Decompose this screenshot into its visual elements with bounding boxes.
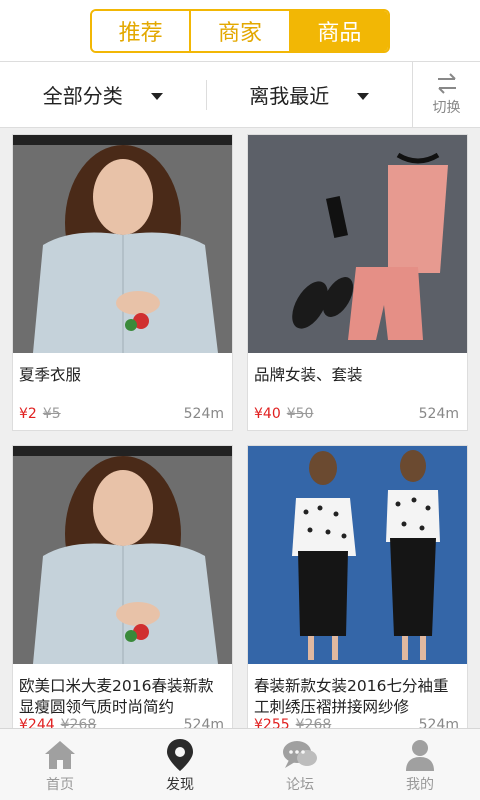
product-price: ¥40 (254, 406, 281, 422)
nav-discover-label: 发现 (166, 776, 194, 793)
bottom-nav: 首页 发现 论坛 我的 (0, 728, 480, 800)
product-original-price: ¥268 (295, 717, 332, 728)
user-icon (406, 739, 434, 771)
product-distance: 524m (418, 406, 459, 422)
nav-forum[interactable]: 论坛 (240, 729, 360, 800)
filter-bar: 全部分类 离我最近 切换 (0, 62, 480, 128)
product-distance: 524m (418, 717, 459, 728)
location-pin-icon (167, 738, 193, 771)
product-title: 品牌女装、套装 (254, 366, 363, 384)
tab-products[interactable]: 商品 (290, 10, 388, 51)
chat-bubbles-icon (283, 740, 317, 768)
product-price: ¥2 (19, 406, 37, 422)
product-card[interactable]: 品牌女装、套装 ¥40 ¥50 524m (247, 134, 468, 431)
product-image (248, 135, 467, 353)
nav-forum-label: 论坛 (286, 776, 314, 793)
product-row: 欧美口米大麦2016春装新款显瘦圆领气质时尚简约 ¥244 ¥268 524m (12, 445, 468, 728)
swap-arrows-icon (437, 72, 456, 94)
tab-merchants[interactable]: 商家 (191, 10, 291, 51)
product-title: 夏季衣服 (19, 366, 82, 384)
product-original-price: ¥5 (42, 406, 61, 422)
product-price: ¥255 (254, 717, 290, 728)
nav-mine-label: 我的 (406, 776, 434, 793)
nav-home-label: 首页 (46, 776, 74, 793)
product-footer: ¥255 ¥268 524m (254, 717, 459, 728)
category-label: 全部分类 (42, 84, 123, 108)
product-card[interactable]: 欧美口米大麦2016春装新款显瘦圆领气质时尚简约 ¥244 ¥268 524m (12, 445, 233, 728)
switch-view-button[interactable]: 切换 (412, 62, 480, 127)
top-bar: 推荐 商家 商品 (0, 0, 480, 62)
product-card[interactable]: 夏季衣服 ¥2 ¥5 524m (12, 134, 233, 431)
segmented-tabs: 推荐 商家 商品 (90, 8, 390, 53)
home-icon (45, 740, 75, 769)
caret-down-icon (357, 93, 370, 100)
nav-mine[interactable]: 我的 (360, 729, 480, 800)
product-footer: ¥40 ¥50 524m (254, 406, 459, 422)
sort-label: 离我最近 (249, 84, 330, 108)
product-row: 夏季衣服 ¥2 ¥5 524m 品牌女装、套装 ¥40 ¥50 524m (12, 134, 468, 431)
product-title: 春装新款女装2016七分袖重工刺绣压褶拼接网纱修 (254, 677, 449, 716)
product-image (13, 135, 232, 353)
category-dropdown[interactable]: 全部分类 (0, 62, 206, 127)
tab-recommend[interactable]: 推荐 (92, 10, 192, 51)
product-card[interactable]: 春装新款女装2016七分袖重工刺绣压褶拼接网纱修 ¥255 ¥268 524m (247, 445, 468, 728)
product-footer: ¥244 ¥268 524m (19, 717, 224, 728)
product-footer: ¥2 ¥5 524m (19, 406, 224, 422)
sort-dropdown[interactable]: 离我最近 (207, 62, 413, 127)
product-price: ¥244 (19, 717, 55, 728)
product-image (248, 446, 467, 664)
app: 推荐 商家 商品 全部分类 离我最近 切换 夏季衣服 ¥2 ¥5 524m 品牌… (0, 0, 480, 800)
product-title: 欧美口米大麦2016春装新款显瘦圆领气质时尚简约 (19, 677, 214, 716)
product-image (13, 446, 232, 664)
nav-home[interactable]: 首页 (0, 729, 120, 800)
product-original-price: ¥50 (286, 406, 314, 422)
product-distance: 524m (183, 717, 224, 728)
caret-down-icon (150, 93, 163, 100)
product-grid: 夏季衣服 ¥2 ¥5 524m 品牌女装、套装 ¥40 ¥50 524m 欧美口… (0, 130, 480, 728)
product-distance: 524m (183, 406, 224, 422)
product-original-price: ¥268 (60, 717, 97, 728)
switch-label: 切换 (432, 99, 461, 116)
nav-discover[interactable]: 发现 (120, 729, 240, 800)
